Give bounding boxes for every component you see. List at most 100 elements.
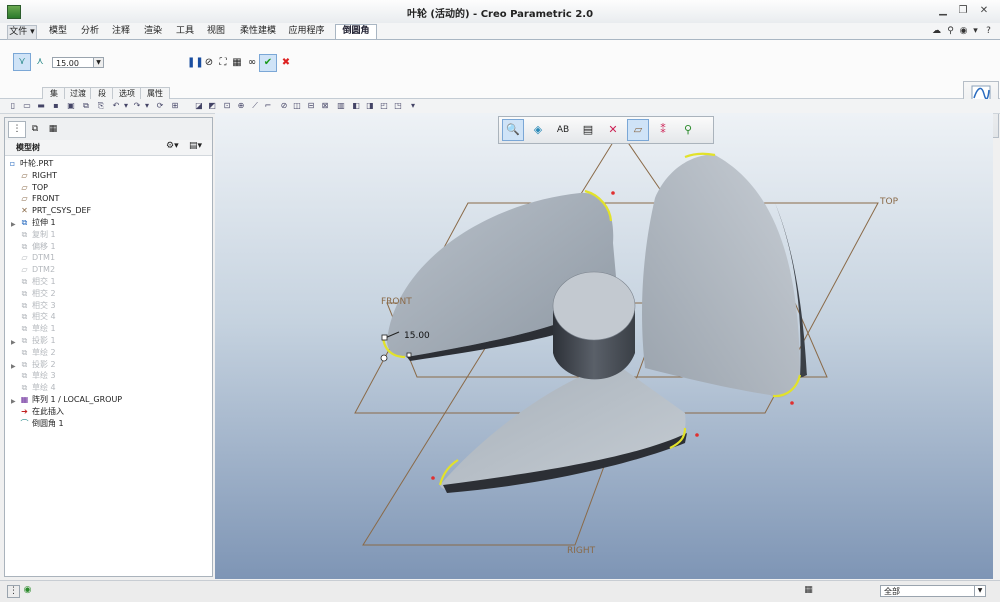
subtab-options[interactable]: 选项	[112, 87, 142, 99]
spin-center-icon[interactable]: ⊘	[279, 100, 289, 111]
edge-drag-handle[interactable]	[406, 352, 412, 358]
save-icon[interactable]: ▪	[51, 100, 61, 111]
file-menu[interactable]: 文件 ▾	[7, 25, 37, 40]
copy-icon[interactable]: ⧉	[81, 100, 91, 111]
shading-edges-icon[interactable]: ◨	[365, 100, 375, 111]
open-icon[interactable]: ▭	[22, 100, 32, 111]
tab-applications[interactable]: 应用程序	[284, 25, 329, 38]
close-window-icon[interactable]: ◪	[194, 100, 204, 111]
print-icon[interactable]: ▣	[66, 100, 76, 111]
tab-round[interactable]: 倒圆角	[335, 24, 377, 39]
subtab-properties[interactable]: 属性	[140, 87, 170, 99]
search-icon[interactable]: ⚲	[945, 26, 956, 37]
tab-model[interactable]: 模型	[43, 25, 73, 38]
subtab-pieces[interactable]: 段	[90, 87, 114, 99]
annotation-toggle-icon[interactable]: AB	[552, 119, 574, 141]
tree-item[interactable]: ▱ DTM2	[20, 264, 55, 275]
tree-item[interactable]: ▱ DTM1	[20, 252, 55, 263]
measure-icon[interactable]: ⟋	[250, 100, 260, 111]
tab-annotate[interactable]: 注释	[106, 25, 136, 38]
tree-columns-icon[interactable]: ▤▾	[189, 141, 202, 151]
tab-render[interactable]: 渲染	[138, 25, 168, 38]
chevron-down-icon[interactable]: ▾	[970, 26, 981, 37]
tree-item[interactable]: ✕ PRT_CSYS_DEF	[20, 205, 91, 216]
tree-item[interactable]: ⧉ 偏移 1	[20, 241, 56, 252]
tab-analysis[interactable]: 分析	[75, 25, 105, 38]
open-folder-icon[interactable]: ▬	[36, 100, 46, 111]
folder-browser-tab-icon[interactable]: ⧉	[26, 121, 44, 138]
cloud-icon[interactable]: ☁	[931, 26, 942, 37]
cancel-x-icon[interactable]: ✖	[277, 54, 295, 72]
expand-arrow-icon[interactable]: ▶	[11, 361, 16, 372]
tree-item[interactable]: ⧉ 相交 1	[20, 276, 56, 287]
chevron-down-icon[interactable]: ▼	[93, 58, 103, 67]
tree-item[interactable]: ▶ ⧉ 投影 2	[11, 359, 56, 370]
csys-display-toggle-icon[interactable]: ⚲	[677, 119, 699, 141]
paste-icon[interactable]: ⎘	[96, 100, 106, 111]
tree-item[interactable]: ▶ ▦ 阵列 1 / LOCAL_GROUP	[11, 394, 122, 405]
model-view[interactable]: TOP FRONT RIGHT 15.00	[215, 113, 993, 579]
subtab-sets[interactable]: 集	[42, 87, 66, 99]
expand-arrow-icon[interactable]: ▶	[11, 219, 16, 230]
tree-item[interactable]: ▶ ⧉ 投影 1	[11, 335, 56, 346]
chevron-down-icon[interactable]: ▼	[974, 586, 985, 596]
tree-item[interactable]: ▫ 叶轮.PRT	[8, 158, 53, 169]
hub-top-face[interactable]	[552, 271, 636, 341]
standard-orientation-icon[interactable]: ◈	[527, 119, 549, 141]
tree-item[interactable]: ▱ RIGHT	[20, 170, 57, 181]
tree-item[interactable]: ⧉ 相交 4	[20, 311, 56, 322]
tree-item[interactable]: ⌒ 倒圆角 1	[20, 418, 64, 429]
browser-toggle-icon[interactable]: ◉	[22, 585, 33, 596]
undo-icon[interactable]: ↶	[111, 100, 121, 111]
transition-mode-icon[interactable]: ⋏	[31, 53, 49, 71]
radius-dropdown[interactable]: 15.00 ▼	[52, 57, 104, 68]
favorites-tab-icon[interactable]: ▦	[44, 121, 62, 138]
chevron-down-icon[interactable]: ▾	[121, 100, 131, 111]
tree-settings-icon[interactable]: ⚙▾	[166, 141, 179, 151]
regenerate-icon[interactable]: ⟳	[155, 100, 165, 111]
axis-display-icon[interactable]: ⊟	[306, 100, 316, 111]
chevron-down-icon[interactable]: ▾	[408, 100, 418, 111]
maximize-icon[interactable]: ❐	[957, 5, 969, 17]
refit-zoom-icon[interactable]: 🔍	[502, 119, 524, 141]
selection-filter-dropdown[interactable]: 全部 ▼	[880, 585, 986, 597]
subtab-transitions[interactable]: 过渡	[64, 87, 92, 99]
tree-item[interactable]: ⧉ 草绘 4	[20, 382, 56, 393]
tab-view[interactable]: 视图	[201, 25, 231, 38]
tree-item[interactable]: ⧉ 相交 2	[20, 288, 56, 299]
windows-icon[interactable]: ⊞	[170, 100, 180, 111]
navigator-toggle-icon[interactable]: ⋮	[7, 585, 20, 598]
minimize-icon[interactable]: ▁	[937, 5, 949, 17]
datum-points-icon[interactable]: ⁑	[652, 119, 674, 141]
community-icon[interactable]: ◉	[958, 26, 969, 37]
shade-icon[interactable]: ◩	[207, 100, 217, 111]
expand-arrow-icon[interactable]: ▶	[11, 396, 16, 407]
expand-arrow-icon[interactable]: ▶	[11, 337, 16, 348]
tree-item[interactable]: ➔ 在此插入	[20, 406, 64, 417]
plane-display-icon[interactable]: ◫	[292, 100, 302, 111]
new-icon[interactable]: ▯	[8, 100, 18, 111]
set-mode-icon[interactable]: ⋎	[13, 53, 31, 71]
tree-item[interactable]: ⧉ 复制 1	[20, 229, 56, 240]
wireframe-icon[interactable]: ◰	[379, 100, 389, 111]
tab-flexible-modeling[interactable]: 柔性建模	[233, 25, 283, 38]
sketch-tool-icon[interactable]: ⌐	[263, 100, 273, 111]
datum-axes-icon[interactable]: ✕	[602, 119, 624, 141]
view-manager-icon[interactable]: ▤	[577, 119, 599, 141]
redo-icon[interactable]: ↷	[132, 100, 142, 111]
blade-right[interactable]	[642, 154, 800, 398]
tree-item[interactable]: ⧉ 草绘 1	[20, 323, 56, 334]
tree-item[interactable]: ▱ TOP	[20, 182, 48, 193]
help-icon[interactable]: ?	[983, 26, 994, 37]
tree-item[interactable]: ▱ FRONT	[20, 193, 59, 204]
annotation-display-icon[interactable]: ◧	[351, 100, 361, 111]
tree-item[interactable]: ⧉ 相交 3	[20, 300, 56, 311]
tree-item[interactable]: ⧉ 草绘 2	[20, 347, 56, 358]
appearance-icon[interactable]: ◳	[393, 100, 403, 111]
model-tree-tab-icon[interactable]: ⋮	[8, 121, 26, 138]
csys-display-icon[interactable]: ▥	[336, 100, 346, 111]
zoom-in-icon[interactable]: ⊕	[236, 100, 246, 111]
tree-item[interactable]: ⧉ 草绘 3	[20, 370, 56, 381]
point-display-icon[interactable]: ⊠	[320, 100, 330, 111]
refit-icon[interactable]: ⊡	[222, 100, 232, 111]
